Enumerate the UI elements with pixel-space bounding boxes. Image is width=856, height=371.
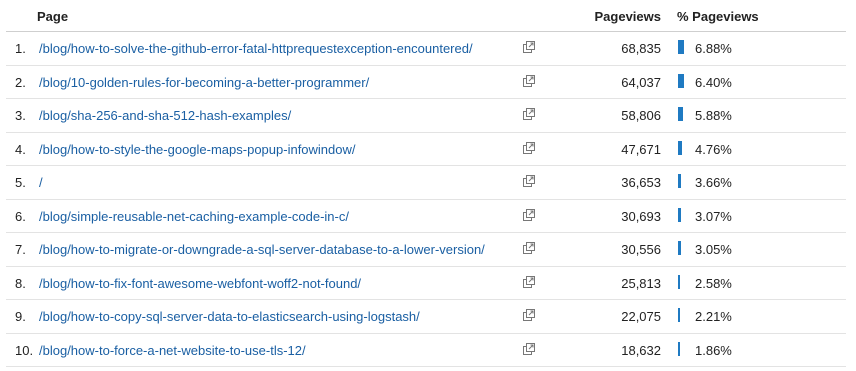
row-rank: 9. (15, 309, 26, 324)
page-link[interactable]: /blog/10-golden-rules-for-becoming-a-bet… (39, 75, 369, 90)
pageviews-value: 30,556 (621, 242, 661, 257)
pct-bar (678, 308, 680, 322)
table-header: Page Pageviews % Pageviews (6, 0, 846, 32)
table-row: 7. /blog/how-to-migrate-or-downgrade-a-sq… (6, 233, 846, 267)
pct-bar (678, 40, 684, 54)
open-in-new-window-icon[interactable] (523, 242, 535, 254)
pct-pageviews-value: 3.05% (695, 242, 732, 257)
page-link[interactable]: /blog/how-to-migrate-or-downgrade-a-sql-… (39, 242, 485, 257)
page-link[interactable]: /blog/how-to-solve-the-github-error-fata… (39, 41, 473, 56)
page-link[interactable]: / (39, 175, 43, 190)
page-link[interactable]: /blog/simple-reusable-net-caching-exampl… (39, 209, 349, 224)
pageviews-value: 18,632 (621, 342, 661, 358)
pct-bar (678, 341, 680, 356)
table-row: 8. /blog/how-to-fix-font-awesome-webfont-… (6, 267, 846, 300)
table-row: 6. /blog/simple-reusable-net-caching-exam… (6, 200, 846, 233)
pct-pageviews-value: 1.86% (695, 342, 732, 358)
pageviews-value: 58,806 (621, 108, 661, 123)
page-link[interactable]: /blog/how-to-fix-font-awesome-webfont-wo… (39, 276, 361, 291)
row-rank: 1. (15, 41, 26, 56)
row-rank: 6. (15, 208, 26, 224)
pageviews-value: 47,671 (621, 141, 661, 157)
pct-bar (678, 241, 681, 255)
pct-pageviews-value: 4.76% (695, 141, 732, 157)
pageviews-table: Page Pageviews % Pageviews 1. /blog/how-t… (6, 0, 846, 367)
pct-bar (678, 107, 683, 121)
pct-bar (678, 73, 684, 88)
open-in-new-window-icon[interactable] (523, 175, 535, 187)
pageviews-value: 30,693 (621, 208, 661, 224)
open-in-new-window-icon[interactable] (523, 275, 535, 288)
pageviews-value: 68,835 (621, 41, 661, 56)
pct-pageviews-value: 5.88% (695, 108, 732, 123)
table-row: 5. / 36,653 3.66% (6, 166, 846, 200)
pct-bar (678, 207, 681, 222)
pct-pageviews-value: 6.88% (695, 41, 732, 56)
open-in-new-window-icon[interactable] (523, 74, 535, 87)
table-row: 9. /blog/how-to-copy-sql-server-data-to-e… (6, 300, 846, 334)
open-in-new-window-icon[interactable] (523, 41, 535, 53)
row-rank: 5. (15, 175, 26, 190)
pct-pageviews-value: 3.07% (695, 208, 732, 224)
row-rank: 8. (15, 275, 26, 291)
table-row: 2. /blog/10-golden-rules-for-becoming-a-b… (6, 66, 846, 99)
open-in-new-window-icon[interactable] (523, 309, 535, 321)
page-link[interactable]: /blog/sha-256-and-sha-512-hash-examples/ (39, 108, 291, 123)
pct-bar (678, 140, 682, 155)
pct-pageviews-value: 3.66% (695, 175, 732, 190)
pageviews-value: 22,075 (621, 309, 661, 324)
pct-pageviews-value: 2.58% (695, 275, 732, 291)
row-rank: 4. (15, 141, 26, 157)
pageviews-value: 25,813 (621, 275, 661, 291)
row-rank: 3. (15, 108, 26, 123)
pageviews-value: 64,037 (621, 74, 661, 90)
page-link[interactable]: /blog/how-to-force-a-net-website-to-use-… (39, 343, 306, 358)
open-in-new-window-icon[interactable] (523, 108, 535, 120)
table-row: 1. /blog/how-to-solve-the-github-error-fa… (6, 32, 846, 66)
table-row: 10. /blog/how-to-force-a-net-website-to-u… (6, 334, 846, 367)
page-link[interactable]: /blog/how-to-copy-sql-server-data-to-ela… (39, 309, 420, 324)
table-row: 3. /blog/sha-256-and-sha-512-hash-example… (6, 99, 846, 133)
row-rank: 2. (15, 74, 26, 90)
open-in-new-window-icon[interactable] (523, 208, 535, 221)
column-header-pct-pageviews[interactable]: % Pageviews (677, 9, 759, 24)
pct-pageviews-value: 6.40% (695, 74, 732, 90)
column-header-page[interactable]: Page (37, 9, 68, 24)
row-rank: 10. (15, 342, 34, 358)
table-row: 4. /blog/how-to-style-the-google-maps-pop… (6, 133, 846, 166)
pct-bar (678, 274, 680, 289)
open-in-new-window-icon[interactable] (523, 342, 535, 355)
pageviews-value: 36,653 (621, 175, 661, 190)
open-in-new-window-icon[interactable] (523, 141, 535, 154)
table-body: 1. /blog/how-to-solve-the-github-error-fa… (6, 32, 846, 367)
row-rank: 7. (15, 242, 26, 257)
pct-bar (678, 174, 681, 188)
page-link[interactable]: /blog/how-to-style-the-google-maps-popup… (39, 142, 356, 157)
column-header-pageviews[interactable]: Pageviews (595, 9, 662, 24)
pct-pageviews-value: 2.21% (695, 309, 732, 324)
